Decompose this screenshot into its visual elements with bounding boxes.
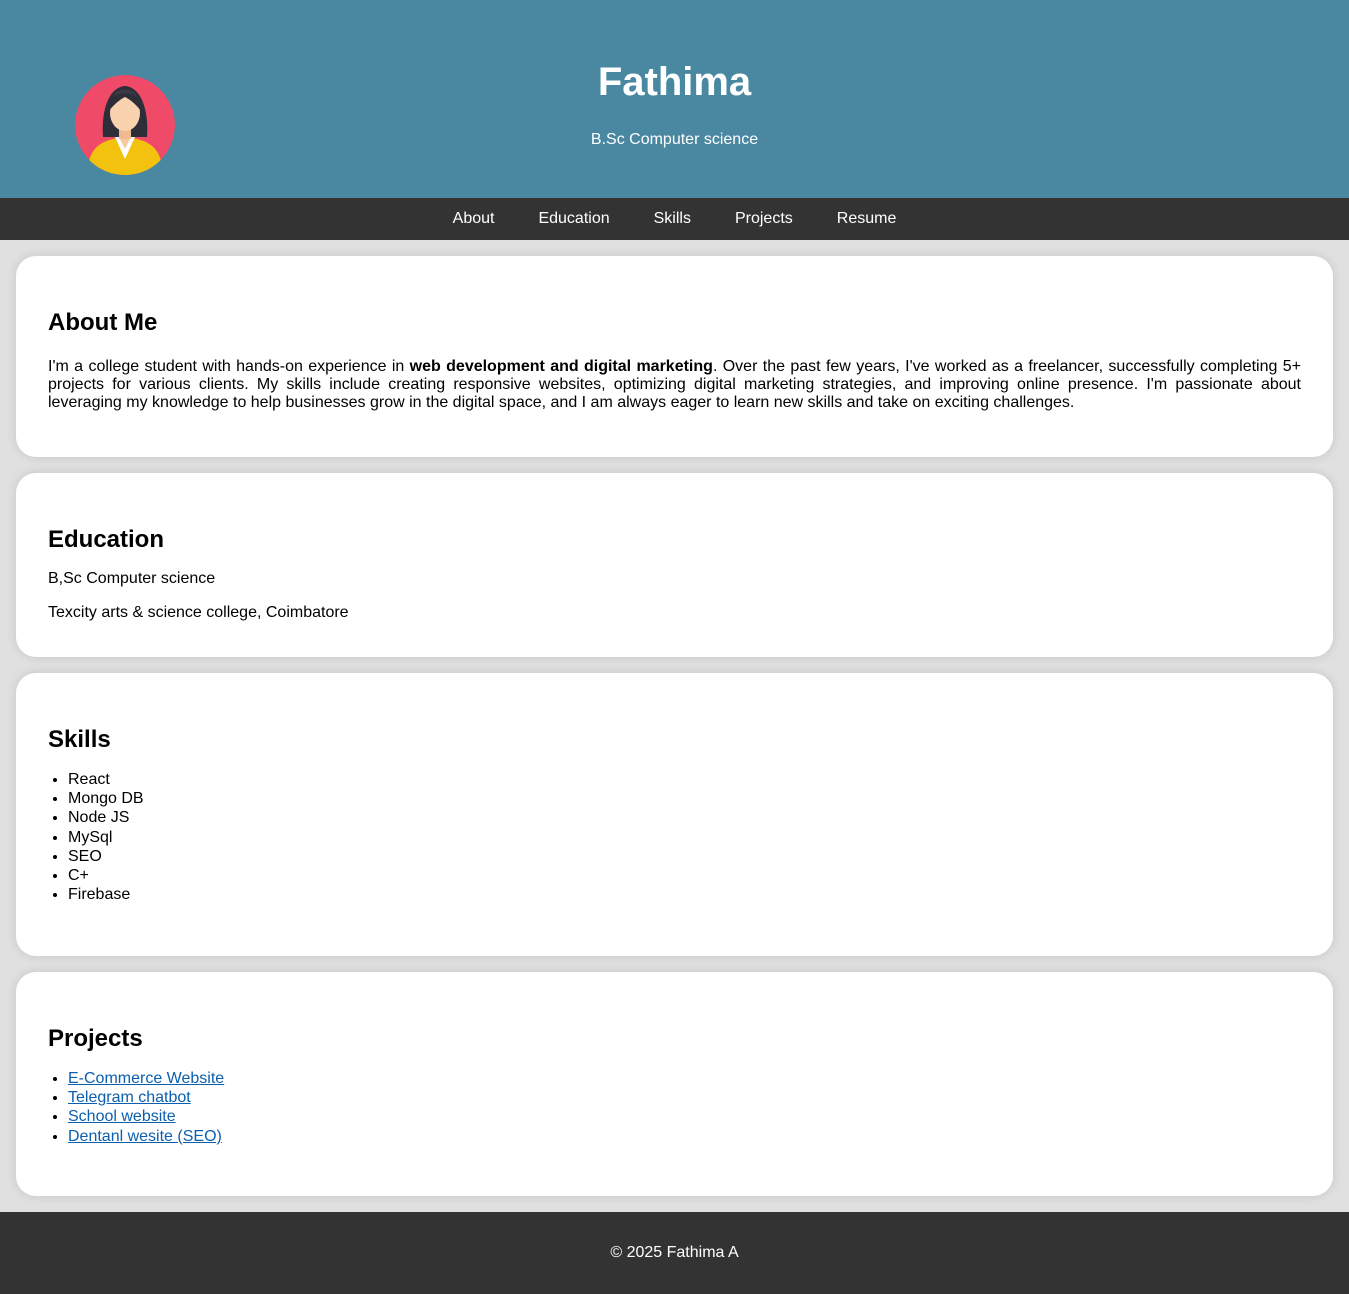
projects-section: Projects E-Commerce Website Telegram cha…	[16, 972, 1333, 1196]
education-degree: B,Sc Computer science	[48, 570, 216, 587]
project-item: Telegram chatbot	[68, 1088, 1301, 1107]
skill-item: C+	[68, 866, 1301, 885]
skill-item: SEO	[68, 847, 1301, 866]
project-link-ecommerce[interactable]: E-Commerce Website	[68, 1070, 224, 1087]
skills-title: Skills	[48, 726, 111, 753]
skills-list: React Mongo DB Node JS MySql SEO C+ Fire…	[48, 770, 1301, 904]
skill-item: MySql	[68, 828, 1301, 847]
nav-link-about[interactable]: About	[453, 210, 495, 228]
nav-link-resume[interactable]: Resume	[837, 210, 897, 228]
skill-item: Mongo DB	[68, 789, 1301, 808]
education-section: Education B,Sc Computer science Texcity …	[16, 473, 1333, 657]
about-text-start: I'm a college student with hands-on expe…	[48, 358, 410, 375]
projects-title: Projects	[48, 1025, 143, 1052]
education-college: Texcity arts & science college, Coimbato…	[48, 604, 349, 621]
about-text-highlight: web development and digital marketing	[409, 358, 713, 375]
project-item: Dentanl wesite (SEO)	[68, 1127, 1301, 1146]
site-footer: © 2025 Fathima A	[0, 1212, 1349, 1294]
about-section: About Me I'm a college student with hand…	[16, 256, 1333, 457]
skills-section: Skills React Mongo DB Node JS MySql SEO …	[16, 673, 1333, 956]
project-link-dental-website[interactable]: Dentanl wesite (SEO)	[68, 1128, 222, 1145]
project-item: School website	[68, 1107, 1301, 1126]
nav-link-projects[interactable]: Projects	[735, 210, 793, 228]
main-content: About Me I'm a college student with hand…	[0, 240, 1349, 1196]
nav-link-education[interactable]: Education	[538, 210, 609, 228]
main-navigation: About Education Skills Projects Resume	[0, 198, 1349, 240]
profile-header: Fathima B.Sc Computer science	[0, 0, 1349, 198]
projects-list: E-Commerce Website Telegram chatbot Scho…	[48, 1069, 1301, 1146]
profile-name: Fathima	[597, 60, 752, 104]
nav-link-skills[interactable]: Skills	[654, 210, 691, 228]
profile-subtitle: B.Sc Computer science	[590, 131, 759, 148]
about-title: About Me	[48, 309, 158, 336]
about-paragraph: I'm a college student with hands-on expe…	[48, 358, 1301, 412]
education-title: Education	[48, 526, 165, 553]
project-link-telegram-chatbot[interactable]: Telegram chatbot	[68, 1089, 191, 1106]
project-link-school-website[interactable]: School website	[68, 1108, 176, 1125]
project-item: E-Commerce Website	[68, 1069, 1301, 1088]
skill-item: Node JS	[68, 808, 1301, 827]
copyright-text: © 2025 Fathima A	[610, 1244, 739, 1261]
skill-item: Firebase	[68, 885, 1301, 904]
skill-item: React	[68, 770, 1301, 789]
